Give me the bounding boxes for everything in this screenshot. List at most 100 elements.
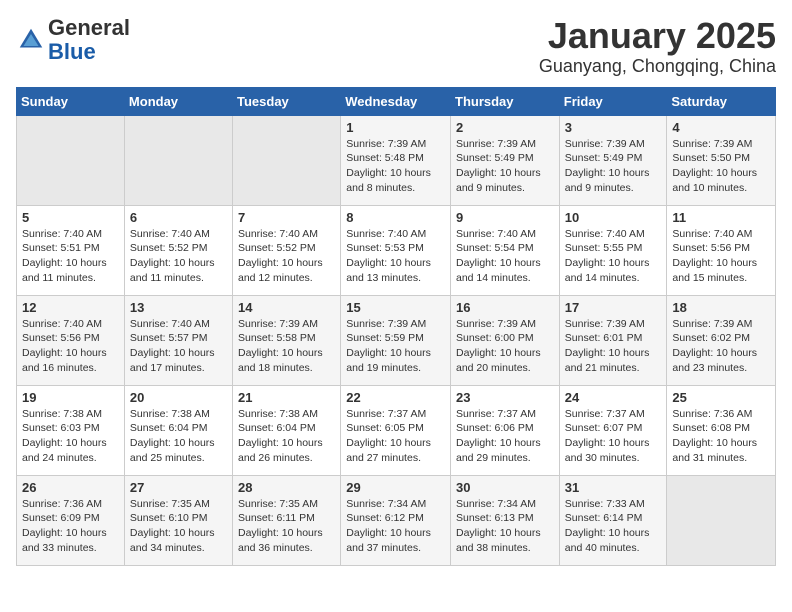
day-number: 1 [346, 120, 445, 135]
day-number: 26 [22, 480, 119, 495]
calendar-cell: 6Sunrise: 7:40 AMSunset: 5:52 PMDaylight… [124, 205, 232, 295]
calendar-cell: 12 Sunrise: 7:40 AMSunset: 5:56 PMDayligh… [17, 295, 125, 385]
day-info: Sunrise: 7:37 AMSunset: 6:05 PMDaylight:… [346, 407, 445, 466]
day-number: 15 [346, 300, 445, 315]
calendar-cell: 26 Sunrise: 7:36 AMSunset: 6:09 PMDayligh… [17, 475, 125, 565]
calendar-cell [233, 115, 341, 205]
day-info: Sunrise: 7:40 AMSunset: 5:51 PMDaylight:… [22, 227, 119, 286]
day-info: Sunrise: 7:40 AMSunset: 5:54 PMDaylight:… [456, 227, 554, 286]
logo: General Blue [16, 16, 130, 64]
calendar-cell: 7 Sunrise: 7:40 AMSunset: 5:52 PMDaylight… [233, 205, 341, 295]
day-info: Sunrise: 7:39 AMSunset: 6:01 PMDaylight:… [565, 317, 662, 376]
day-number: 23 [456, 390, 554, 405]
day-info: Sunrise: 7:36 AMSunset: 6:09 PMDaylight:… [22, 497, 119, 556]
day-info: Sunrise: 7:34 AMSunset: 6:13 PMDaylight:… [456, 497, 554, 556]
day-info: Sunrise: 7:40 AMSunset: 5:53 PMDaylight:… [346, 227, 445, 286]
day-number: 11 [672, 210, 770, 225]
day-info: Sunrise: 7:40 AMSunset: 5:52 PMDaylight:… [238, 227, 335, 286]
day-number: 27 [130, 480, 227, 495]
day-info: Sunrise: 7:39 AMSunset: 6:00 PMDaylight:… [456, 317, 554, 376]
day-header-thursday: Thursday [451, 87, 560, 115]
week-row-4: 19 Sunrise: 7:38 AMSunset: 6:03 PMDayligh… [17, 385, 776, 475]
day-info: Sunrise: 7:39 AMSunset: 5:59 PMDaylight:… [346, 317, 445, 376]
day-info: Sunrise: 7:39 AMSunset: 5:49 PMDaylight:… [456, 137, 554, 196]
day-number: 4 [672, 120, 770, 135]
day-info: Sunrise: 7:39 AMSunset: 5:58 PMDaylight:… [238, 317, 335, 376]
day-info: Sunrise: 7:39 AMSunset: 6:02 PMDaylight:… [672, 317, 770, 376]
day-number: 7 [238, 210, 335, 225]
calendar-cell: 28Sunrise: 7:35 AMSunset: 6:11 PMDayligh… [233, 475, 341, 565]
day-header-wednesday: Wednesday [341, 87, 451, 115]
page-header: General Blue January 2025 Guanyang, Chon… [16, 16, 776, 77]
day-number: 19 [22, 390, 119, 405]
day-number: 22 [346, 390, 445, 405]
day-header-saturday: Saturday [667, 87, 776, 115]
day-info: Sunrise: 7:40 AMSunset: 5:56 PMDaylight:… [22, 317, 119, 376]
day-number: 31 [565, 480, 662, 495]
calendar-cell: 11 Sunrise: 7:40 AMSunset: 5:56 PMDayligh… [667, 205, 776, 295]
calendar-cell: 21Sunrise: 7:38 AMSunset: 6:04 PMDayligh… [233, 385, 341, 475]
day-number: 12 [22, 300, 119, 315]
day-number: 16 [456, 300, 554, 315]
day-info: Sunrise: 7:36 AMSunset: 6:08 PMDaylight:… [672, 407, 770, 466]
day-number: 18 [672, 300, 770, 315]
day-header-sunday: Sunday [17, 87, 125, 115]
day-number: 13 [130, 300, 227, 315]
calendar-cell: 4 Sunrise: 7:39 AMSunset: 5:50 PMDaylight… [667, 115, 776, 205]
day-info: Sunrise: 7:40 AMSunset: 5:57 PMDaylight:… [130, 317, 227, 376]
week-row-5: 26 Sunrise: 7:36 AMSunset: 6:09 PMDayligh… [17, 475, 776, 565]
week-row-2: 5Sunrise: 7:40 AMSunset: 5:51 PMDaylight… [17, 205, 776, 295]
calendar-cell: 13 Sunrise: 7:40 AMSunset: 5:57 PMDayligh… [124, 295, 232, 385]
calendar-cell: 14 Sunrise: 7:39 AMSunset: 5:58 PMDayligh… [233, 295, 341, 385]
day-info: Sunrise: 7:40 AMSunset: 5:56 PMDaylight:… [672, 227, 770, 286]
calendar-cell: 27Sunrise: 7:35 AMSunset: 6:10 PMDayligh… [124, 475, 232, 565]
day-info: Sunrise: 7:37 AMSunset: 6:06 PMDaylight:… [456, 407, 554, 466]
day-number: 3 [565, 120, 662, 135]
day-number: 14 [238, 300, 335, 315]
day-info: Sunrise: 7:38 AMSunset: 6:04 PMDaylight:… [238, 407, 335, 466]
logo-blue-text: Blue [48, 39, 96, 64]
day-info: Sunrise: 7:34 AMSunset: 6:12 PMDaylight:… [346, 497, 445, 556]
day-number: 8 [346, 210, 445, 225]
calendar-cell: 29Sunrise: 7:34 AMSunset: 6:12 PMDayligh… [341, 475, 451, 565]
calendar-cell: 18 Sunrise: 7:39 AMSunset: 6:02 PMDayligh… [667, 295, 776, 385]
day-header-tuesday: Tuesday [233, 87, 341, 115]
day-number: 9 [456, 210, 554, 225]
calendar-cell [124, 115, 232, 205]
calendar-cell: 19 Sunrise: 7:38 AMSunset: 6:03 PMDayligh… [17, 385, 125, 475]
day-info: Sunrise: 7:35 AMSunset: 6:11 PMDaylight:… [238, 497, 335, 556]
day-number: 25 [672, 390, 770, 405]
calendar-cell: 20Sunrise: 7:38 AMSunset: 6:04 PMDayligh… [124, 385, 232, 475]
calendar-title: January 2025 [539, 16, 776, 56]
day-info: Sunrise: 7:39 AMSunset: 5:48 PMDaylight:… [346, 137, 445, 196]
week-row-3: 12 Sunrise: 7:40 AMSunset: 5:56 PMDayligh… [17, 295, 776, 385]
calendar-cell: 9 Sunrise: 7:40 AMSunset: 5:54 PMDaylight… [451, 205, 560, 295]
logo-general-text: General [48, 15, 130, 40]
day-number: 17 [565, 300, 662, 315]
calendar-cell: 30 Sunrise: 7:34 AMSunset: 6:13 PMDayligh… [451, 475, 560, 565]
day-number: 30 [456, 480, 554, 495]
calendar-cell: 24 Sunrise: 7:37 AMSunset: 6:07 PMDayligh… [559, 385, 667, 475]
day-number: 24 [565, 390, 662, 405]
calendar-cell: 8 Sunrise: 7:40 AMSunset: 5:53 PMDaylight… [341, 205, 451, 295]
day-info: Sunrise: 7:39 AMSunset: 5:50 PMDaylight:… [672, 137, 770, 196]
calendar-cell: 10Sunrise: 7:40 AMSunset: 5:55 PMDayligh… [559, 205, 667, 295]
day-info: Sunrise: 7:38 AMSunset: 6:03 PMDaylight:… [22, 407, 119, 466]
day-info: Sunrise: 7:39 AMSunset: 5:49 PMDaylight:… [565, 137, 662, 196]
day-header-row: SundayMondayTuesdayWednesdayThursdayFrid… [17, 87, 776, 115]
calendar-cell: 22 Sunrise: 7:37 AMSunset: 6:05 PMDayligh… [341, 385, 451, 475]
calendar-cell [667, 475, 776, 565]
day-info: Sunrise: 7:37 AMSunset: 6:07 PMDaylight:… [565, 407, 662, 466]
calendar-subtitle: Guanyang, Chongqing, China [539, 56, 776, 77]
day-info: Sunrise: 7:40 AMSunset: 5:55 PMDaylight:… [565, 227, 662, 286]
day-header-monday: Monday [124, 87, 232, 115]
day-number: 6 [130, 210, 227, 225]
calendar-cell: 3 Sunrise: 7:39 AMSunset: 5:49 PMDaylight… [559, 115, 667, 205]
logo-icon [16, 25, 46, 55]
day-info: Sunrise: 7:33 AMSunset: 6:14 PMDaylight:… [565, 497, 662, 556]
calendar-cell: 17 Sunrise: 7:39 AMSunset: 6:01 PMDayligh… [559, 295, 667, 385]
calendar-cell: 25 Sunrise: 7:36 AMSunset: 6:08 PMDayligh… [667, 385, 776, 475]
calendar-cell: 2Sunrise: 7:39 AMSunset: 5:49 PMDaylight… [451, 115, 560, 205]
calendar-table: SundayMondayTuesdayWednesdayThursdayFrid… [16, 87, 776, 566]
day-header-friday: Friday [559, 87, 667, 115]
